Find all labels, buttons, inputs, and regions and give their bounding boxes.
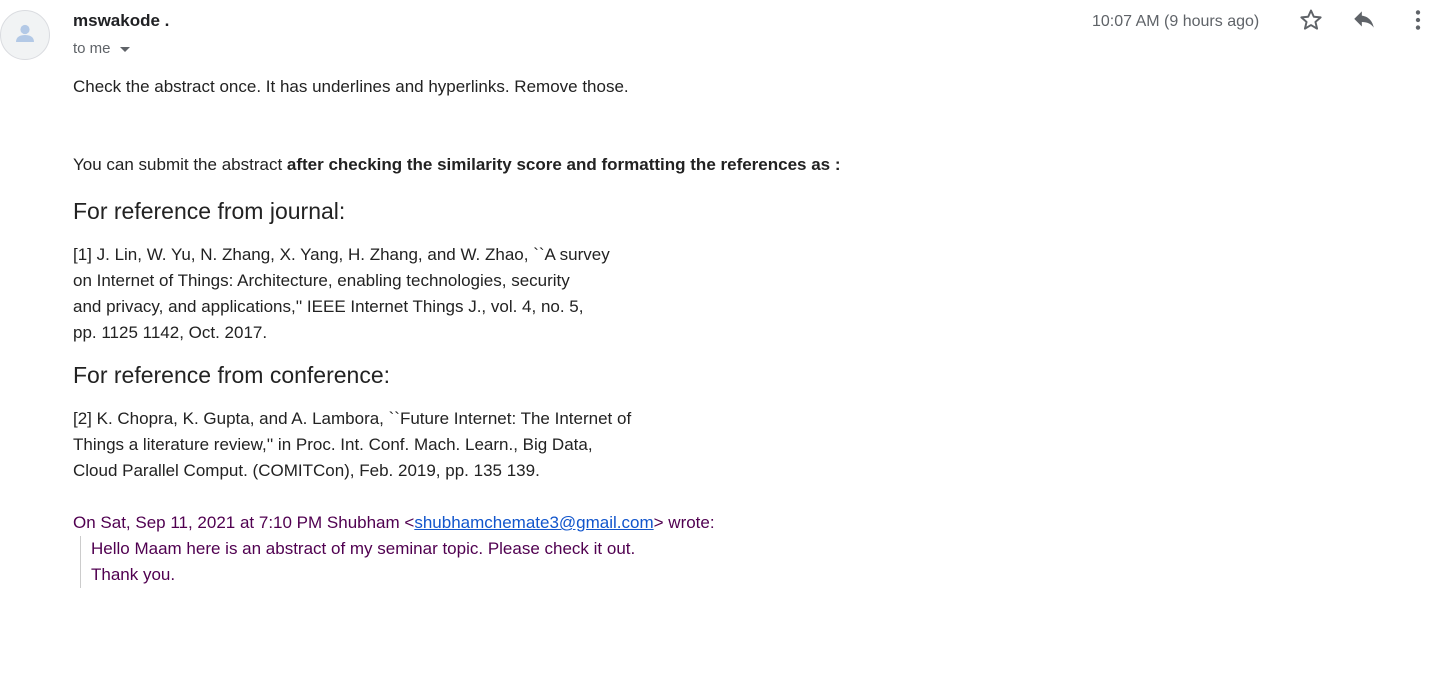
- journal-ref-line: [1] J. Lin, W. Yu, N. Zhang, X. Yang, H.…: [73, 245, 610, 264]
- body-instruction: You can submit the abstract after checki…: [73, 152, 1373, 178]
- reply-button[interactable]: [1350, 8, 1378, 36]
- quoted-line: Thank you.: [91, 565, 176, 584]
- message-body: Check the abstract once. It has underlin…: [73, 74, 1373, 588]
- instruction-bold-text: after checking the similarity score and …: [286, 155, 841, 174]
- conference-reference: [2] K. Chopra, K. Gupta, and A. Lambora,…: [73, 406, 1373, 484]
- star-button[interactable]: [1297, 8, 1325, 36]
- person-icon: [12, 20, 38, 51]
- star-icon: [1298, 7, 1324, 38]
- journal-ref-line: on Internet of Things: Architecture, ena…: [73, 271, 570, 290]
- message-timestamp: 10:07 AM (9 hours ago): [1092, 13, 1260, 30]
- quoted-message: Hello Maam here is an abstract of my sem…: [80, 536, 1373, 588]
- attribution-suffix: > wrote:: [653, 513, 715, 532]
- recipient-label: to me: [73, 40, 111, 57]
- chevron-down-icon: [119, 47, 130, 52]
- instruction-plain-text: You can submit the abstract: [73, 155, 287, 174]
- sender-avatar[interactable]: [0, 10, 50, 60]
- journal-heading: For reference from journal:: [73, 198, 346, 224]
- email-message: mswakode . to me 10:07 AM (9 hours ago): [0, 0, 1432, 678]
- sender-email-link[interactable]: shubhamchemate3@gmail.com: [414, 513, 653, 532]
- body-text-line: Check the abstract once. It has underlin…: [73, 77, 629, 96]
- recipient-details-toggle[interactable]: to me: [73, 40, 130, 57]
- reply-icon: [1351, 7, 1377, 38]
- journal-ref-line: pp. 1125 1142, Oct. 2017.: [73, 323, 268, 342]
- conference-heading: For reference from conference:: [73, 362, 391, 388]
- more-vert-icon: [1405, 7, 1431, 38]
- attribution-prefix: On Sat, Sep 11, 2021 at 7:10 PM Shubham …: [73, 513, 415, 532]
- journal-ref-line: and privacy, and applications,'' IEEE In…: [73, 297, 584, 316]
- sender-name[interactable]: mswakode .: [73, 11, 169, 31]
- more-options-button[interactable]: [1404, 8, 1432, 36]
- conference-ref-line: Cloud Parallel Comput. (COMITCon), Feb. …: [73, 461, 540, 480]
- quoted-message-attribution: On Sat, Sep 11, 2021 at 7:10 PM Shubham …: [73, 510, 1373, 536]
- quoted-line: Hello Maam here is an abstract of my sem…: [91, 539, 636, 558]
- conference-ref-line: [2] K. Chopra, K. Gupta, and A. Lambora,…: [73, 409, 632, 428]
- conference-ref-line: Things a literature review,'' in Proc. I…: [73, 435, 593, 454]
- journal-reference: [1] J. Lin, W. Yu, N. Zhang, X. Yang, H.…: [73, 242, 1373, 346]
